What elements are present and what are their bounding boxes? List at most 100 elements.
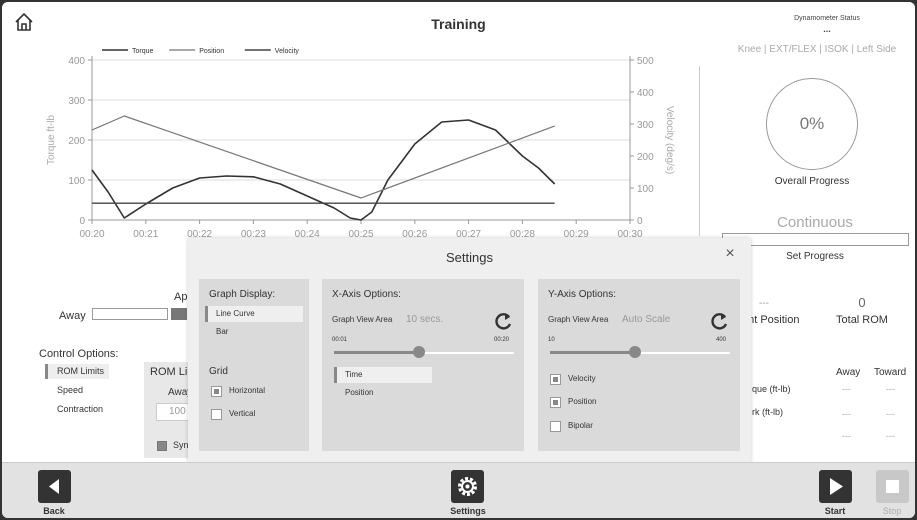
y-velocity-label: Velocity <box>568 374 596 383</box>
x-slider-fill <box>334 351 419 354</box>
graph-option-bar[interactable]: Bar <box>216 324 228 340</box>
control-option-contraction[interactable]: Contraction <box>45 402 103 417</box>
control-option-rom-limits[interactable]: ROM Limits <box>45 364 109 379</box>
play-icon <box>830 478 843 495</box>
stats-cell: --- <box>886 431 895 441</box>
graph-display-title: Graph Display: <box>209 289 276 300</box>
current-position-value: --- <box>759 298 769 309</box>
y-slider-min: 10 <box>548 337 555 343</box>
stats-cell: --- <box>842 384 851 394</box>
y-right-tick-label: 400 <box>637 88 654 99</box>
back-label: Back <box>43 506 65 516</box>
sync-checkbox[interactable] <box>157 441 167 451</box>
y-slider-max: 400 <box>716 337 727 343</box>
graph-option-line-curve[interactable]: Line Curve <box>205 306 303 322</box>
away-position-marker <box>171 308 187 320</box>
x-slider-min: 00:01 <box>332 337 348 343</box>
stats-cell: --- <box>842 431 851 441</box>
x-option-time[interactable]: Time <box>334 367 432 383</box>
y-velocity-checkbox[interactable] <box>550 374 561 385</box>
y-tick-label: 200 <box>68 136 85 147</box>
footer-toolbar: Back Settings Start Stop <box>2 462 915 518</box>
header: Training Dynamometer Status ... <box>2 2 915 42</box>
y-tick-label: 100 <box>68 176 85 187</box>
reset-icon[interactable] <box>710 311 730 331</box>
y-bipolar-label: Bipolar <box>568 421 593 430</box>
x-slider-max: 00:20 <box>494 337 510 343</box>
y-right-tick-label: 100 <box>637 184 654 195</box>
stats-cell: --- <box>842 409 851 419</box>
y-right-axis-label: Velocity (deg/s) <box>664 106 675 174</box>
legend-label: Torque <box>132 48 154 55</box>
settings-dialog: Settings × Graph Display: Line Curve Bar… <box>188 238 751 463</box>
grid-horizontal-checkbox[interactable] <box>211 386 222 397</box>
y-right-tick-label: 200 <box>637 152 654 163</box>
overall-progress-label: Overall Progress <box>774 176 850 187</box>
start-button[interactable] <box>819 470 852 503</box>
current-position-label: ent Position <box>742 314 800 326</box>
away-position-bar <box>92 308 168 320</box>
back-button[interactable] <box>38 470 71 503</box>
approach-label: Ap <box>174 291 188 303</box>
series-torque-line <box>91 119 556 221</box>
legend-label: Position <box>199 48 224 55</box>
x-tick-label: 00:20 <box>79 229 104 240</box>
stats-row-label: rk (ft-lb) <box>752 407 783 417</box>
x-view-area-label: Graph View Area <box>332 315 393 324</box>
stats-row-label: que (ft-lb) <box>752 384 791 394</box>
control-options-label: Control Options: <box>39 348 119 360</box>
start-label: Start <box>824 506 846 516</box>
settings-button[interactable] <box>451 470 484 503</box>
total-rom-value: 0 <box>858 295 866 310</box>
app-window: Training Dynamometer Status ... Knee | E… <box>2 2 915 518</box>
y-axis-title: Y-Axis Options: <box>548 289 616 300</box>
training-chart: 4003002001000500400300200100000:20 00:21 0… <box>46 48 675 240</box>
grid-vertical-checkbox[interactable] <box>211 409 222 420</box>
grid-title: Grid <box>209 366 228 377</box>
y-tick-label: 300 <box>68 96 85 107</box>
legend-label: Velocity <box>275 48 300 55</box>
y-tick-label: 0 <box>79 216 85 227</box>
y-slider-fill <box>550 351 635 354</box>
reset-icon[interactable] <box>494 311 514 331</box>
stop-icon <box>886 480 899 493</box>
stop-button[interactable] <box>876 470 909 503</box>
y-tick-label: 400 <box>68 56 85 67</box>
y-axis-label: Torque ft-lb <box>46 115 57 165</box>
y-position-label: Position <box>568 397 597 406</box>
y-axis-panel: Y-Axis Options: Graph View Area Auto Sca… <box>538 279 740 451</box>
x-axis-title: X-Axis Options: <box>332 289 401 300</box>
divider <box>699 66 700 236</box>
session-info: Knee | EXT/FLEX | ISOK | Left Side <box>737 44 897 55</box>
close-icon[interactable]: × <box>722 246 738 262</box>
y-view-area-value: Auto Scale <box>622 314 671 325</box>
stats-cell: --- <box>886 384 895 394</box>
y-bipolar-checkbox[interactable] <box>550 421 561 432</box>
stats-cell: --- <box>886 409 895 419</box>
table-header-away: Away <box>836 367 861 378</box>
grid-horizontal-label: Horizontal <box>229 386 266 395</box>
x-view-area-value: 10 secs. <box>406 314 444 325</box>
y-position-checkbox[interactable] <box>550 397 561 408</box>
y-slider-knob[interactable] <box>628 346 641 358</box>
y-right-tick-label: 300 <box>637 120 654 131</box>
x-slider-knob[interactable] <box>412 346 425 358</box>
total-rom-label: Total ROM <box>836 314 888 326</box>
x-axis-panel: X-Axis Options: Graph View Area 10 secs.… <box>322 279 524 451</box>
away-label: Away <box>59 310 86 322</box>
y-view-area-label: Graph View Area <box>548 315 609 324</box>
y-right-tick-label: 500 <box>637 56 654 67</box>
mode-label: Continuous <box>777 214 853 231</box>
grid-vertical-label: Vertical <box>229 409 256 418</box>
x-tick-label: 00:21 <box>133 229 158 240</box>
control-option-speed[interactable]: Speed <box>45 383 83 398</box>
x-option-position[interactable]: Position <box>345 385 373 401</box>
dynamometer-status-value: ... <box>823 24 831 34</box>
graph-display-panel: Graph Display: Line Curve Bar Grid Horiz… <box>199 279 309 451</box>
series-position-line <box>91 115 555 199</box>
gear-icon <box>458 477 477 496</box>
triangle-left-icon <box>49 479 59 494</box>
y-right-tick-label: 0 <box>637 216 643 227</box>
table-header-toward: Toward <box>874 367 907 378</box>
settings-label: Settings <box>450 506 486 516</box>
